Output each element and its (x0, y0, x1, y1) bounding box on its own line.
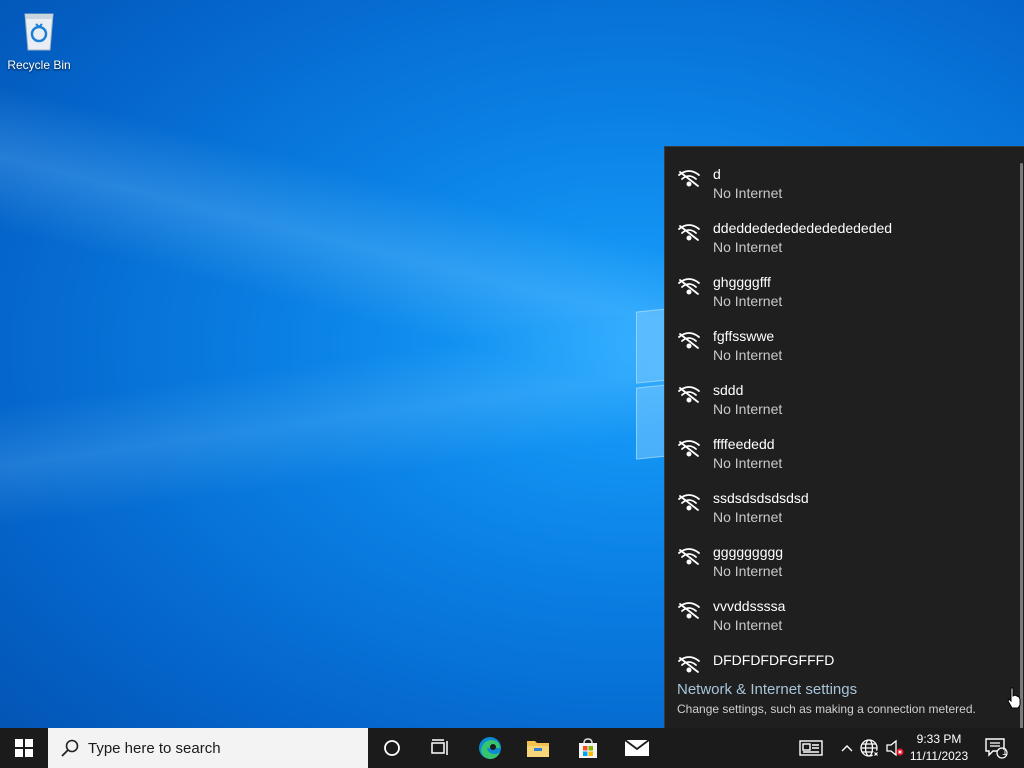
wifi-no-internet-icon (677, 493, 701, 513)
network-name: ddeddededededededededed (713, 220, 893, 236)
start-button[interactable] (0, 728, 48, 768)
network-name: DFDFDFDFGFFFD (713, 652, 835, 668)
network-item[interactable]: ggggggggg No Internet (665, 539, 1021, 593)
taskbar: Type here to search 9:33 PM 11/11/2023 1 (0, 728, 1024, 768)
desktop-icon-label: Recycle Bin (7, 58, 71, 72)
store-icon (579, 738, 597, 758)
store-button[interactable] (564, 728, 612, 768)
chevron-up-icon (841, 745, 853, 752)
network-item[interactable]: ghggggfff No Internet (665, 269, 1021, 323)
wifi-no-internet-icon (677, 601, 701, 621)
network-name: ghggggfff (713, 274, 771, 290)
mouse-cursor-icon (1006, 686, 1022, 710)
recycle-bin-icon (19, 8, 59, 52)
search-icon (60, 738, 80, 758)
wifi-no-internet-icon (677, 223, 701, 243)
network-item[interactable]: ssdsdsdsdsdsd No Internet (665, 485, 1021, 539)
globe-no-internet-icon (860, 739, 880, 758)
mail-button[interactable] (612, 728, 662, 768)
network-status: No Internet (713, 455, 783, 471)
network-item[interactable]: fgffsswwe No Internet (665, 323, 1021, 377)
taskbar-search-box[interactable]: Type here to search (48, 728, 368, 768)
network-flyout: d No Internet ddeddededededededededed No… (664, 146, 1024, 729)
network-item[interactable]: d No Internet (665, 161, 1021, 215)
network-status: No Internet (713, 617, 783, 633)
task-view-icon (431, 739, 448, 755)
cortana-button[interactable] (368, 728, 416, 768)
network-status: No Internet (713, 185, 783, 201)
wallpaper-windows-logo (636, 308, 668, 460)
network-name: ffffeededd (713, 436, 775, 452)
flyout-scrollbar[interactable] (1020, 163, 1023, 729)
action-center-button[interactable]: 1 (978, 728, 1014, 768)
network-name: fgffsswwe (713, 328, 775, 344)
network-settings-link[interactable]: Network & Internet settings Change setti… (677, 681, 976, 716)
network-status: No Internet (713, 293, 783, 309)
cortana-icon (384, 740, 400, 756)
wifi-no-internet-icon (677, 547, 701, 567)
wifi-no-internet-icon (677, 655, 701, 675)
clock-date: 11/11/2023 (909, 749, 969, 763)
mail-icon (624, 739, 650, 756)
wifi-no-internet-icon (677, 277, 701, 297)
show-hidden-icons-button[interactable] (838, 728, 856, 768)
network-item[interactable]: vvvddssssa No Internet (665, 593, 1021, 647)
file-explorer-button[interactable] (514, 728, 562, 768)
network-item[interactable]: ddeddededededededededed No Internet (665, 215, 1021, 269)
task-view-button[interactable] (416, 728, 464, 768)
notification-count-badge: 1 (1002, 747, 1008, 758)
network-settings-subtitle: Change settings, such as making a connec… (677, 702, 976, 716)
network-status: No Internet (713, 347, 783, 363)
network-item[interactable]: sddd No Internet (665, 377, 1021, 431)
wifi-no-internet-icon (677, 439, 701, 459)
network-status: No Internet (713, 239, 783, 255)
network-name: d (713, 166, 721, 182)
edge-button[interactable] (466, 728, 514, 768)
clock-time: 9:33 PM (916, 732, 962, 746)
wifi-no-internet-icon (677, 331, 701, 351)
network-name: sddd (713, 382, 744, 398)
volume-muted-icon (886, 739, 904, 757)
news-icon (799, 740, 823, 756)
network-status: No Internet (713, 563, 783, 579)
edge-icon (479, 737, 501, 759)
network-name: ssdsdsdsdsdsd (713, 490, 809, 506)
news-and-interests-button[interactable] (792, 728, 830, 768)
windows-icon (15, 739, 33, 757)
desktop-icon-recycle-bin[interactable]: Recycle Bin (6, 8, 72, 72)
file-explorer-icon (527, 741, 549, 757)
network-name: ggggggggg (713, 544, 784, 560)
network-tray-button[interactable] (858, 728, 882, 768)
volume-tray-button[interactable] (884, 728, 906, 768)
network-settings-title[interactable]: Network & Internet settings (677, 681, 976, 698)
network-name: vvvddssssa (713, 598, 786, 614)
network-status: No Internet (713, 509, 783, 525)
search-placeholder: Type here to search (88, 739, 221, 757)
network-item[interactable]: ffffeededd No Internet (665, 431, 1021, 485)
network-status: No Internet (713, 401, 783, 417)
wifi-no-internet-icon (677, 385, 701, 405)
wifi-no-internet-icon (677, 169, 701, 189)
network-list: d No Internet ddeddededededededededed No… (665, 161, 1021, 701)
taskbar-clock[interactable]: 9:33 PM 11/11/2023 (908, 731, 970, 765)
